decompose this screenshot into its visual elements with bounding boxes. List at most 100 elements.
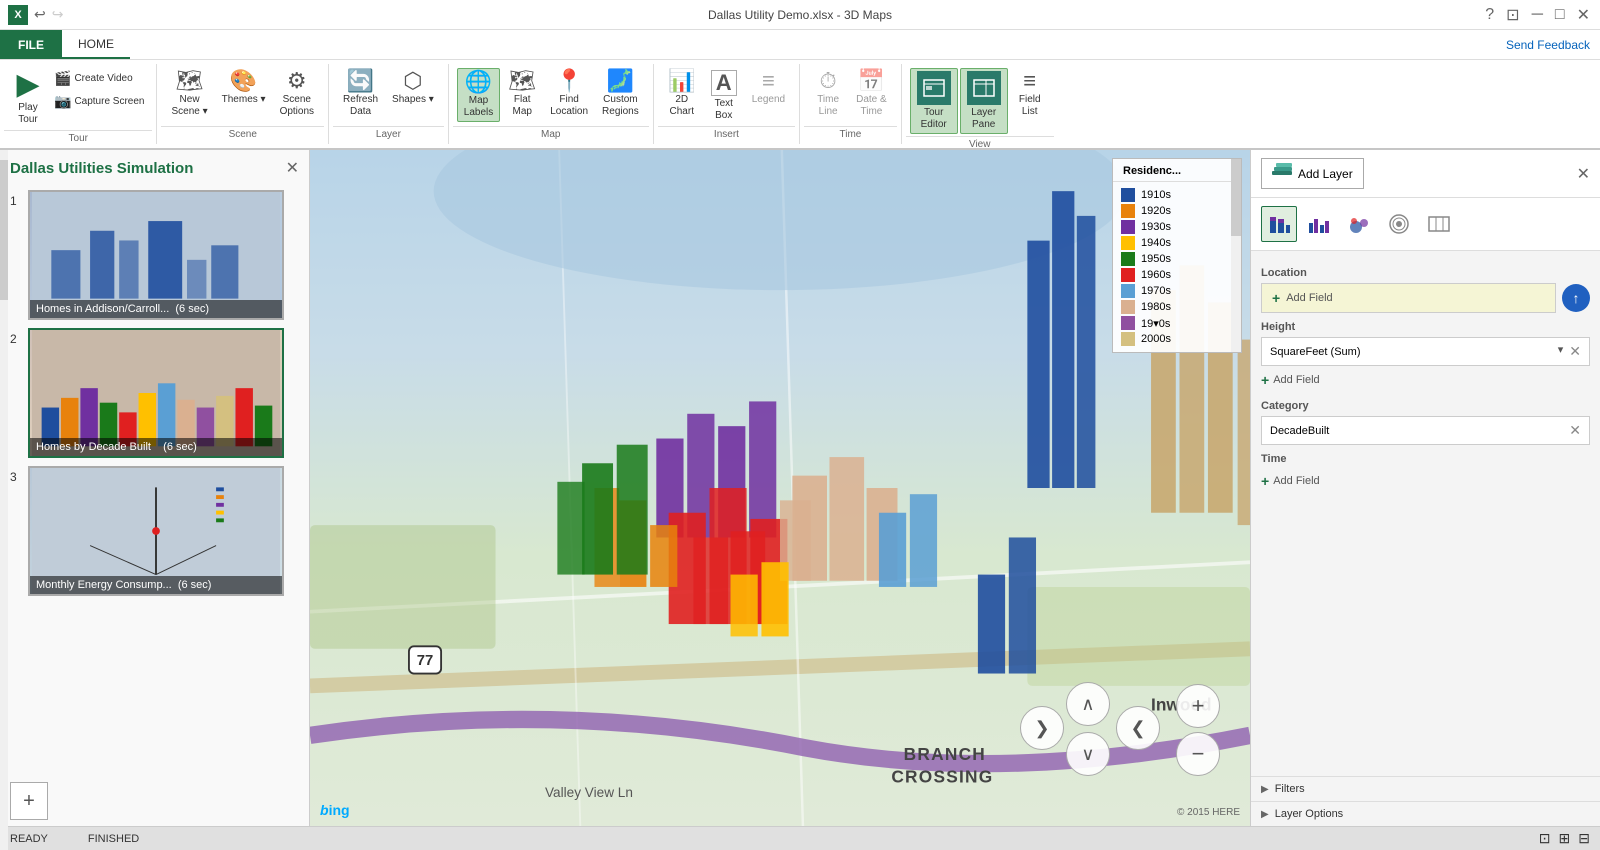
restore-btn[interactable]: ⊡ [1504, 5, 1521, 25]
time-line-button[interactable]: ⏱ TimeLine [808, 68, 848, 120]
close-panel-button[interactable]: ✕ [286, 158, 299, 178]
time-add-field[interactable]: + Add Field [1261, 469, 1590, 493]
clustered-bar-icon-btn[interactable] [1301, 206, 1337, 242]
main-area: Dallas Utilities Simulation ✕ 1 [0, 150, 1600, 826]
add-scene-button[interactable]: + [10, 782, 48, 820]
map-tilt-control[interactable]: ∧ [1066, 682, 1110, 726]
fields-section: Location + Add Field ↑ Height SquareFeet… [1251, 251, 1600, 776]
scene-item[interactable]: 1 Homes in Addison/Carroll... (6 sec) [10, 190, 299, 320]
help-btn[interactable]: ? [1483, 6, 1496, 24]
region-icon-btn[interactable] [1421, 206, 1457, 242]
tour-editor-icon [917, 71, 951, 105]
layers-icon [1272, 163, 1292, 184]
map-area[interactable]: BRANCH CROSSING Inwood Valley View Ln 77… [310, 150, 1250, 826]
scene-item[interactable]: 2 [10, 328, 299, 458]
legend-button[interactable]: ≡ Legend [746, 68, 791, 108]
legend-items: 1910s 1920s 1930s 1940s 1950s 1960s 1970… [1113, 182, 1241, 352]
minimize-btn[interactable]: ─ [1530, 6, 1545, 24]
height-dropdown-icon[interactable]: ▾ [1558, 343, 1564, 360]
shapes-button[interactable]: ⬡ Shapes ▾ [386, 68, 440, 108]
new-scene-button[interactable]: 🗺 NewScene ▾ [165, 68, 213, 120]
create-video-button[interactable]: 🎬 Create Video [50, 68, 148, 89]
add-layer-label: Add Layer [1298, 167, 1353, 181]
layer-pane-button[interactable]: LayerPane [960, 68, 1008, 134]
custom-regions-icon: 🗾 [607, 70, 634, 92]
refresh-icon: 🔄 [347, 70, 374, 92]
close-btn[interactable]: ✕ [1575, 5, 1592, 25]
capture-screen-button[interactable]: 📷 Capture Screen [50, 91, 148, 112]
field-list-button[interactable]: ≡ FieldList [1010, 68, 1050, 120]
scenes-list: 1 Homes in Addison/Carroll... (6 sec) [0, 186, 309, 776]
legend-item: 1950s [1121, 252, 1233, 266]
height-value-box[interactable]: SquareFeet (Sum) ▾ ✕ [1261, 337, 1590, 366]
text-box-button[interactable]: A TextBox [704, 68, 744, 124]
map-labels-button[interactable]: 🌐 MapLabels [457, 68, 500, 122]
location-add-field[interactable]: + Add Field [1261, 283, 1556, 313]
scene-options-button[interactable]: ⚙ SceneOptions [274, 68, 320, 120]
home-tab[interactable]: HOME [62, 30, 130, 59]
status-icon-1[interactable]: ⊡ [1539, 830, 1551, 847]
rotate-right-button[interactable]: ❯ [1020, 706, 1064, 750]
legend-label-1940s: 1940s [1141, 237, 1171, 249]
location-label: Location [1261, 267, 1590, 279]
time-line-icon: ⏱ [820, 70, 837, 92]
scene-item[interactable]: 3 Monthly Energy Consump... [10, 466, 299, 596]
status-icon-2[interactable]: ⊞ [1559, 830, 1571, 847]
category-remove-button[interactable]: ✕ [1569, 422, 1581, 439]
text-box-icon: A [711, 70, 737, 96]
scene-thumb-3[interactable]: Monthly Energy Consump... (6 sec) [28, 466, 284, 596]
right-panel-header: Add Layer ✕ [1251, 150, 1600, 198]
legend-label-1930s: 1930s [1141, 221, 1171, 233]
map-tilt-down[interactable]: ∨ [1066, 732, 1110, 776]
height-remove-button[interactable]: ✕ [1569, 343, 1581, 360]
category-value-box[interactable]: DecadeBuilt ✕ [1261, 416, 1590, 445]
bubble-icon-btn[interactable] [1341, 206, 1377, 242]
scene-number-3: 3 [10, 466, 22, 484]
status-icon-3[interactable]: ⊟ [1578, 830, 1590, 847]
capture-screen-label: Capture Screen [74, 96, 144, 107]
upload-button[interactable]: ↑ [1562, 284, 1590, 312]
field-list-label: FieldList [1019, 94, 1041, 118]
location-placeholder: Add Field [1286, 292, 1332, 304]
stacked-bar-icon-btn[interactable] [1261, 206, 1297, 242]
tilt-up-button[interactable]: ∧ [1066, 682, 1110, 726]
send-feedback-link[interactable]: Send Feedback [1506, 30, 1600, 59]
map-labels-label: MapLabels [464, 95, 493, 119]
2d-chart-button[interactable]: 📊 2DChart [662, 68, 702, 120]
date-time-button[interactable]: 📅 Date &Time [850, 68, 893, 120]
add-layer-button[interactable]: Add Layer [1261, 158, 1364, 189]
left-scrollbar[interactable] [0, 150, 8, 826]
legend-color-1990s [1121, 316, 1135, 330]
legend-item: 2000s [1121, 332, 1233, 346]
redo-btn[interactable]: ↪ [52, 6, 64, 23]
find-location-button[interactable]: 📍 FindLocation [544, 68, 594, 120]
heat-icon-btn[interactable] [1381, 206, 1417, 242]
tilt-down-button[interactable]: ∨ [1066, 732, 1110, 776]
file-tab[interactable]: FILE [0, 30, 62, 59]
status-ready: READY [10, 833, 48, 845]
filters-section[interactable]: ▶ Filters [1251, 776, 1600, 801]
map-rotate-right[interactable]: ❯ [1020, 706, 1064, 750]
close-right-panel-button[interactable]: ✕ [1577, 164, 1590, 184]
legend-color-1930s [1121, 220, 1135, 234]
legend-scrollbar[interactable] [1231, 159, 1241, 352]
zoom-in-button[interactable]: + [1176, 684, 1220, 728]
zoom-controls: + − [1176, 684, 1220, 776]
height-add-field[interactable]: + Add Field [1261, 368, 1590, 392]
map-rotate-left[interactable]: ❮ [1116, 706, 1160, 750]
undo-btn[interactable]: ↩ [34, 6, 46, 23]
scene-thumb-2[interactable]: Homes by Decade Built (6 sec) [28, 328, 284, 458]
flat-map-button[interactable]: 🗺 FlatMap [502, 68, 542, 120]
zoom-out-button[interactable]: − [1176, 732, 1220, 776]
scene-thumb-1[interactable]: Homes in Addison/Carroll... (6 sec) [28, 190, 284, 320]
refresh-data-button[interactable]: 🔄 RefreshData [337, 68, 384, 120]
maximize-btn[interactable]: □ [1553, 6, 1567, 24]
play-tour-button[interactable]: ▶ PlayTour [8, 68, 48, 128]
tour-editor-button[interactable]: TourEditor [910, 68, 958, 134]
rotate-left-button[interactable]: ❮ [1116, 706, 1160, 750]
layer-options-section[interactable]: ▶ Layer Options [1251, 801, 1600, 826]
custom-regions-button[interactable]: 🗾 CustomRegions [596, 68, 645, 120]
themes-button[interactable]: 🎨 Themes ▾ [216, 68, 272, 108]
category-value: DecadeBuilt [1270, 425, 1329, 437]
legend-color-1940s [1121, 236, 1135, 250]
